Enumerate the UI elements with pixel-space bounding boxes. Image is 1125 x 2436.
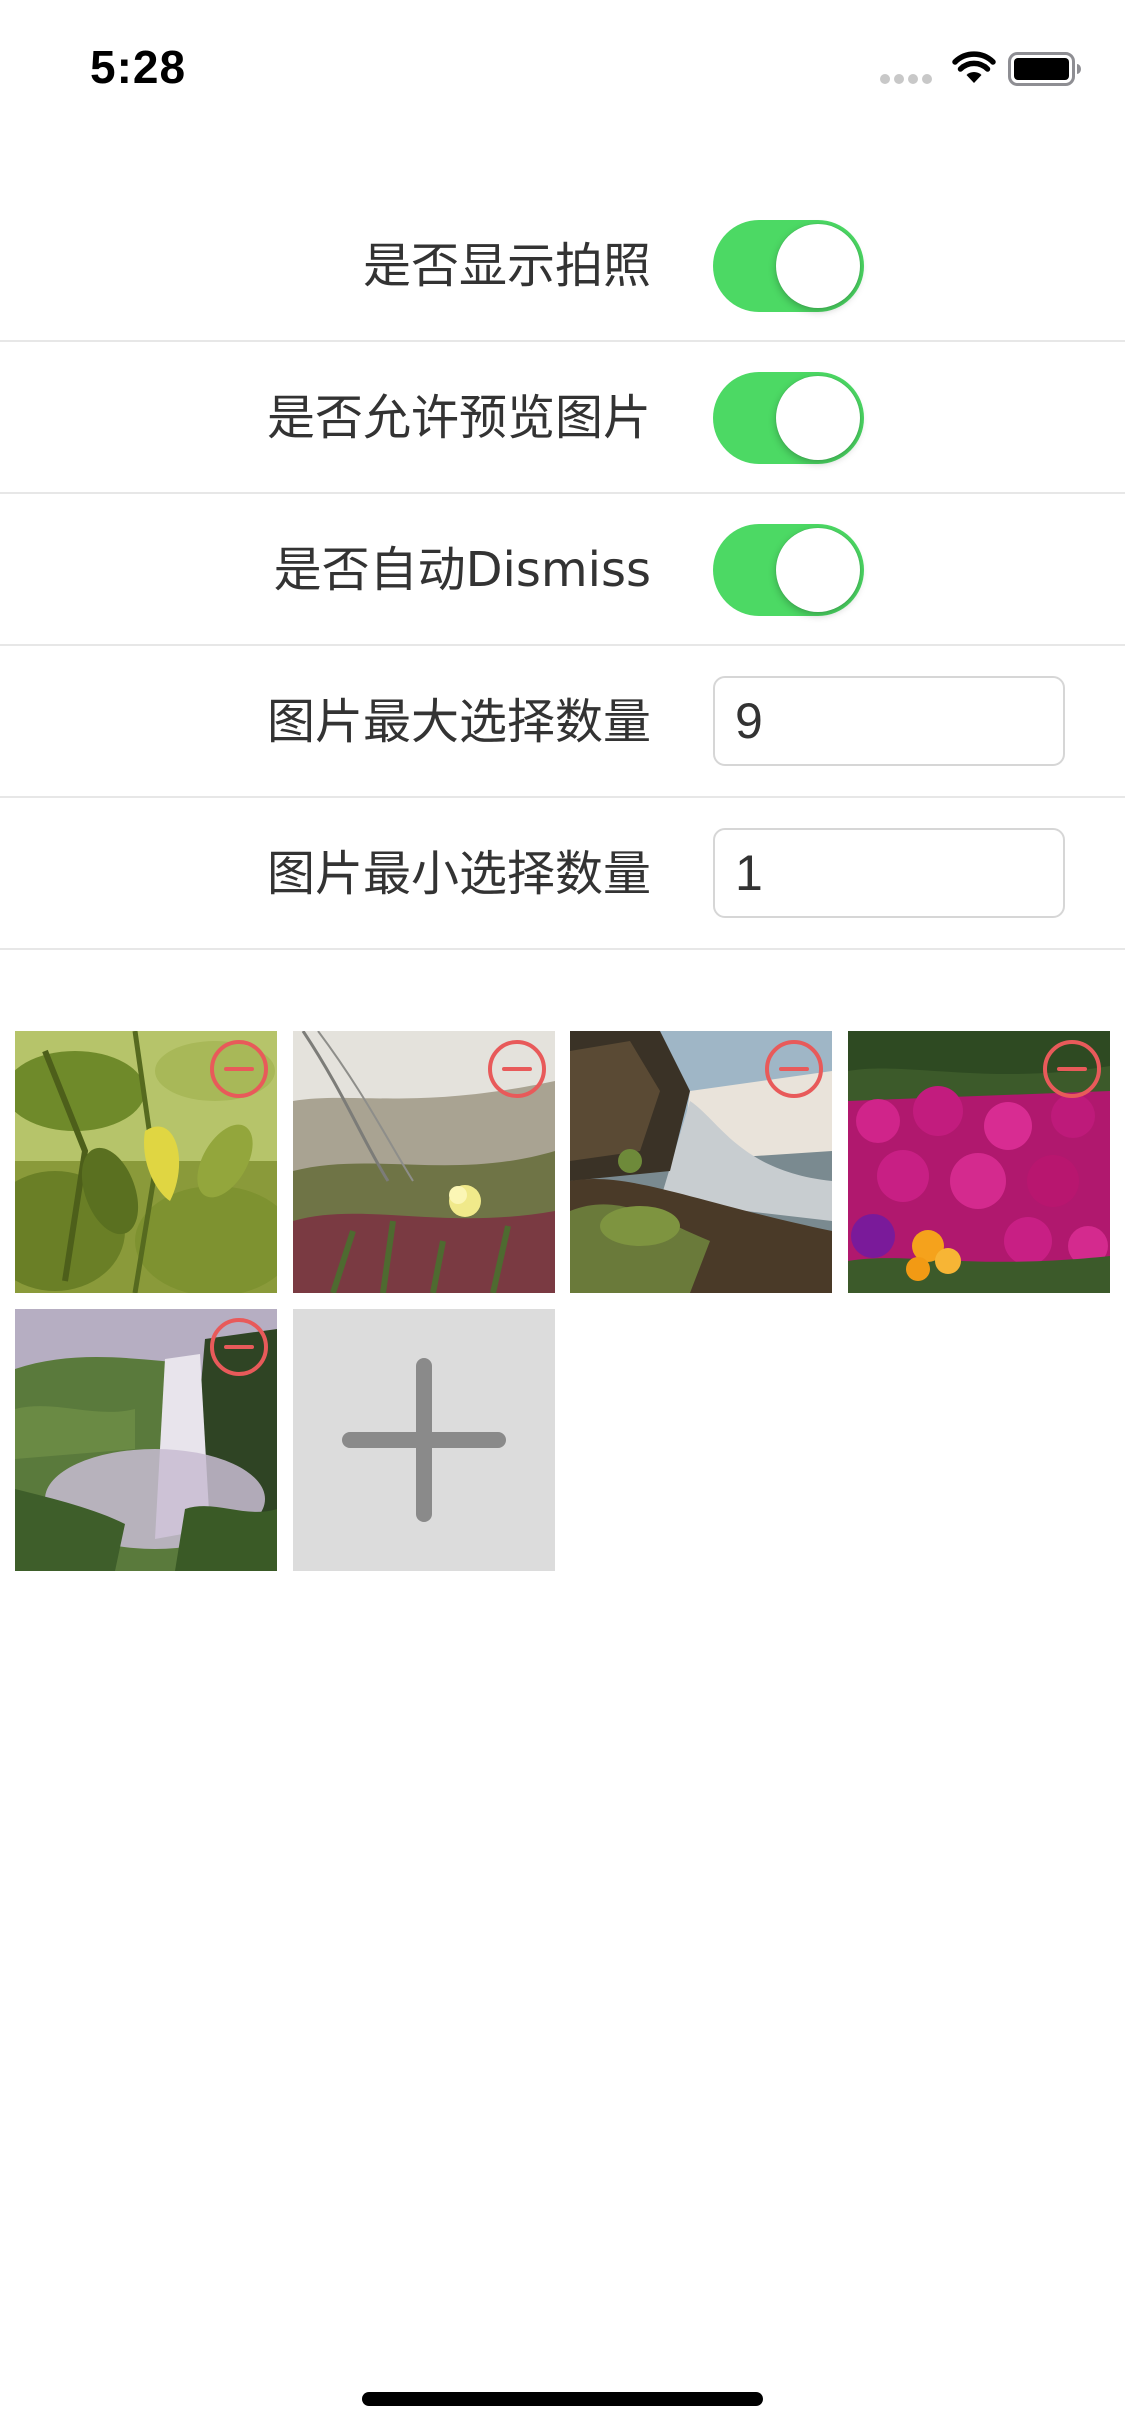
min-count-input[interactable]: [713, 828, 1065, 918]
setting-row-min-count: 图片最小选择数量: [0, 798, 1125, 950]
allow-preview-switch[interactable]: [713, 372, 864, 464]
switch-knob: [776, 528, 860, 612]
wifi-icon: [952, 51, 996, 83]
minus-circle-icon[interactable]: [487, 1039, 547, 1099]
switch-knob: [776, 376, 860, 460]
minus-circle-icon[interactable]: [209, 1039, 269, 1099]
setting-row-max-count: 图片最大选择数量: [0, 646, 1125, 798]
setting-row-allow-preview: 是否允许预览图片: [0, 342, 1125, 494]
minus-circle-icon[interactable]: [1042, 1039, 1102, 1099]
photo-thumbnail[interactable]: [15, 1309, 277, 1571]
status-time: 5:28: [90, 41, 187, 93]
battery-icon: [1008, 52, 1081, 86]
photo-thumbnail[interactable]: [848, 1031, 1110, 1293]
auto-dismiss-switch[interactable]: [713, 524, 864, 616]
max-count-input[interactable]: [713, 676, 1065, 766]
auto-dismiss-label: 是否自动Dismiss: [273, 542, 651, 598]
signal-dots-icon: [880, 74, 934, 86]
minus-circle-icon[interactable]: [764, 1039, 824, 1099]
min-count-label: 图片最小选择数量: [266, 846, 651, 902]
show-camera-switch[interactable]: [713, 220, 864, 312]
settings-list: 是否显示拍照 是否允许预览图片 是否自动Dismiss 图片最大选择数量 图片最…: [0, 190, 1125, 950]
minus-circle-icon[interactable]: [209, 1317, 269, 1377]
add-photo-button[interactable]: [293, 1309, 555, 1571]
allow-preview-label: 是否允许预览图片: [266, 390, 651, 446]
switch-knob: [776, 224, 860, 308]
photo-thumbnail[interactable]: [15, 1031, 277, 1293]
home-indicator[interactable]: [362, 2392, 763, 2406]
setting-row-show-camera: 是否显示拍照: [0, 190, 1125, 342]
setting-row-auto-dismiss: 是否自动Dismiss: [0, 494, 1125, 646]
plus-icon: [342, 1358, 506, 1522]
photo-thumbnail[interactable]: [293, 1031, 555, 1293]
show-camera-label: 是否显示拍照: [362, 238, 651, 294]
max-count-label: 图片最大选择数量: [266, 694, 651, 750]
photo-thumbnail[interactable]: [570, 1031, 832, 1293]
status-bar: 5:28: [0, 0, 1125, 132]
